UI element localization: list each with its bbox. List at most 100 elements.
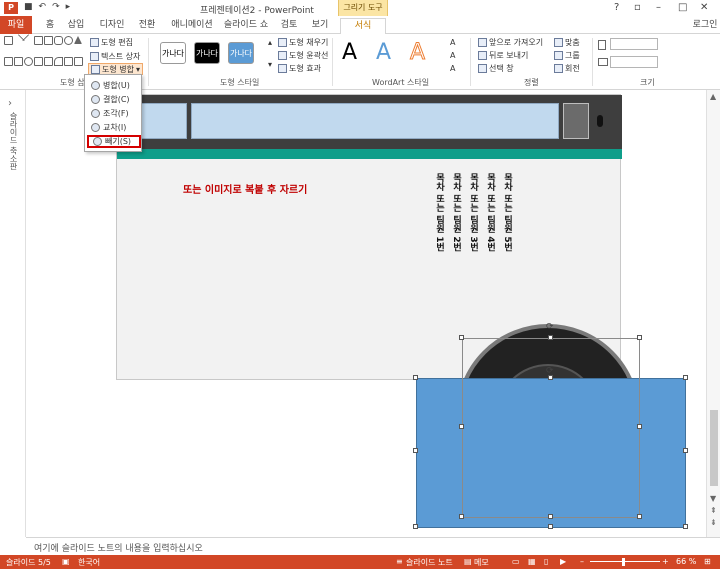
text-fill-icon[interactable]: A <box>448 36 457 48</box>
align-button[interactable]: 맞춤 <box>552 36 582 48</box>
rotate-button[interactable]: 회전 <box>552 62 582 74</box>
resize-handle[interactable] <box>548 524 553 529</box>
undo-icon[interactable]: ↶ <box>39 2 47 12</box>
notes-placeholder[interactable]: 여기에 슬라이드 노트의 내용을 입력하십시오 <box>34 541 203 554</box>
resize-handle[interactable] <box>548 514 553 519</box>
shape-height-input[interactable] <box>610 38 658 50</box>
wordart-style-black[interactable]: A <box>342 40 357 65</box>
tab-design[interactable]: 디자인 <box>96 18 128 34</box>
spellcheck-icon[interactable]: ▣ <box>62 557 70 566</box>
shape-style-black[interactable]: 가나다 <box>194 42 220 64</box>
resize-handle[interactable] <box>683 448 688 453</box>
resize-handle[interactable] <box>548 375 553 380</box>
resize-handle[interactable] <box>637 514 642 519</box>
shape-outline-button[interactable]: 도형 윤곽선 <box>276 49 330 61</box>
zoom-in-icon[interactable]: + <box>662 557 669 566</box>
oval-icon[interactable] <box>64 36 73 45</box>
save-icon[interactable]: ■ <box>24 2 33 12</box>
notes-pane[interactable]: 여기에 슬라이드 노트의 내용을 입력하십시오 <box>26 537 720 555</box>
powerpoint-logo-icon[interactable]: P <box>4 2 18 14</box>
signin-link[interactable]: 로그인 <box>690 18 720 34</box>
resize-handle[interactable] <box>683 375 688 380</box>
line-icon[interactable] <box>22 34 35 47</box>
brace-icon[interactable] <box>64 56 73 66</box>
toc-item-4[interactable]: 목차 또는 팀원 4번 <box>484 173 495 252</box>
menu-item-subtract[interactable]: 빼기(S) <box>87 135 141 148</box>
thumbnail-panel-collapsed[interactable]: › 슬라이드 축소판 <box>0 90 26 537</box>
triangle-icon[interactable] <box>74 36 82 44</box>
tab-view[interactable]: 보기 <box>308 18 332 34</box>
shape-effects-button[interactable]: 도형 효과 <box>276 62 323 74</box>
text-effects-icon[interactable]: A <box>448 62 457 74</box>
tab-animations[interactable]: 애니메이션 <box>168 18 216 34</box>
connector-icon[interactable] <box>34 36 43 45</box>
redo-icon[interactable]: ↷ <box>52 2 60 12</box>
wordart-style-blue[interactable]: A <box>376 40 391 65</box>
notes-toggle-button[interactable]: 슬라이드 노트 <box>406 557 453 568</box>
rounded-rectangle-icon[interactable] <box>54 36 63 45</box>
teal-stripe[interactable] <box>117 149 622 159</box>
minimize-icon[interactable]: – <box>656 2 661 13</box>
zoom-out-icon[interactable]: – <box>580 557 584 566</box>
comments-toggle-button[interactable]: 메모 <box>474 557 489 568</box>
toc-item-3[interactable]: 목차 또는 팀원 3번 <box>467 173 478 252</box>
tab-transitions[interactable]: 전환 <box>134 18 160 34</box>
toc-item-1[interactable]: 목차 또는 팀원 1번 <box>433 173 444 252</box>
next-slide-icon[interactable]: ⇟ <box>710 518 717 527</box>
tab-slideshow[interactable]: 슬라이드 쇼 <box>222 18 270 34</box>
resize-handle[interactable] <box>637 424 642 429</box>
slide-sorter-icon[interactable]: ▦ <box>528 557 536 566</box>
selection-pane-button[interactable]: 선택 창 <box>476 62 516 74</box>
more-shapes-icon[interactable] <box>74 56 83 66</box>
toc-item-5[interactable]: 목차 또는 팀원 5번 <box>501 173 512 252</box>
menu-item-combine[interactable]: 결합(C) <box>87 93 141 106</box>
arrow-icon[interactable] <box>44 56 53 66</box>
arrow-icon[interactable] <box>4 56 13 66</box>
vertical-scrollbar[interactable]: ▲ ▼ ⇞ ⇟ <box>706 90 720 537</box>
shape-fill-button[interactable]: 도형 채우기 <box>276 36 330 48</box>
resize-handle[interactable] <box>459 335 464 340</box>
slideshow-view-icon[interactable]: ▶ <box>560 557 566 566</box>
shape-gallery[interactable] <box>4 34 83 76</box>
header-panel-main[interactable] <box>191 103 559 139</box>
curve-icon[interactable] <box>54 56 63 66</box>
reading-view-icon[interactable]: ▯ <box>544 557 548 566</box>
header-grey-block[interactable] <box>563 103 589 139</box>
scroll-down-icon[interactable]: ▼ <box>710 494 716 503</box>
slide-editor[interactable]: 또는 이미지로 복붙 후 자르기 목차 또는 팀원 1번 목차 또는 팀원 2번… <box>26 90 706 537</box>
resize-handle[interactable] <box>637 335 642 340</box>
fit-to-window-icon[interactable]: ⊞ <box>704 557 711 566</box>
red-annotation-text[interactable]: 또는 이미지로 복붙 후 자르기 <box>183 181 307 196</box>
tab-review[interactable]: 검토 <box>276 18 302 34</box>
bring-forward-button[interactable]: 앞으로 가져오기 <box>476 36 545 48</box>
tab-home[interactable]: 홈 <box>40 18 60 34</box>
start-icon[interactable]: ▸ <box>66 2 71 12</box>
zoom-slider-thumb[interactable] <box>622 558 625 566</box>
resize-handle[interactable] <box>413 448 418 453</box>
rectangle-icon[interactable] <box>14 56 23 66</box>
resize-handle[interactable] <box>413 524 418 529</box>
group-button[interactable]: 그룹 <box>552 49 582 61</box>
menu-item-union[interactable]: 병합(U) <box>87 79 141 92</box>
zoom-slider[interactable] <box>590 561 660 562</box>
language-indicator[interactable]: 한국어 <box>78 557 100 568</box>
send-backward-button[interactable]: 뒤로 보내기 <box>476 49 530 61</box>
rotate-handle-icon[interactable]: ⟳ <box>546 322 554 332</box>
oval-icon[interactable] <box>24 56 33 66</box>
menu-item-fragment[interactable]: 조각(F) <box>87 107 141 120</box>
shape-style-white[interactable]: 가나다 <box>160 42 186 64</box>
text-box-button[interactable]: 텍스트 상자 <box>88 50 142 62</box>
ribbon-display-icon[interactable]: ▫ <box>634 2 641 13</box>
tab-insert[interactable]: 삽입 <box>64 18 88 34</box>
resize-handle[interactable] <box>413 375 418 380</box>
header-pill-shape[interactable] <box>597 115 603 127</box>
style-gallery-more[interactable]: ▾ <box>266 58 274 70</box>
previous-slide-icon[interactable]: ⇞ <box>710 506 717 515</box>
close-icon[interactable]: ✕ <box>700 2 708 13</box>
scroll-up-icon[interactable]: ▲ <box>710 92 716 101</box>
shape-width-input[interactable] <box>610 56 658 68</box>
tab-format[interactable]: 서식 <box>340 18 386 35</box>
star-icon[interactable] <box>34 56 43 66</box>
resize-handle[interactable] <box>683 524 688 529</box>
wordart-style-orange[interactable]: A <box>409 40 425 66</box>
